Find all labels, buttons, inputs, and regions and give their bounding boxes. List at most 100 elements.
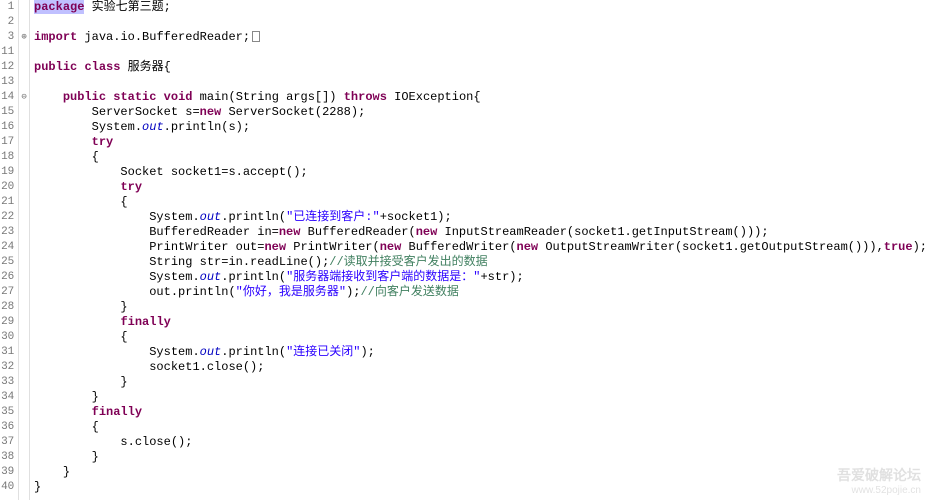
fold-marker[interactable]: ⊖ (19, 90, 29, 105)
code-line[interactable] (34, 45, 927, 60)
fold-marker (19, 120, 29, 135)
code-editor[interactable]: 1231112131415161718192021222324252627282… (0, 0, 927, 500)
line-number: 39 (0, 465, 14, 480)
line-number: 25 (0, 255, 14, 270)
fold-marker (19, 255, 29, 270)
fold-marker[interactable]: ⊕ (19, 30, 29, 45)
fold-marker (19, 375, 29, 390)
watermark: 吾爱破解论坛 www.52pojie.cn (837, 465, 921, 496)
code-area[interactable]: package 实验七第三题; import java.io.BufferedRe… (30, 0, 927, 500)
code-line[interactable]: try (34, 135, 927, 150)
line-number: 14 (0, 90, 14, 105)
code-line[interactable]: finally (34, 315, 927, 330)
fold-marker (19, 240, 29, 255)
line-number: 24 (0, 240, 14, 255)
code-line[interactable]: ServerSocket s=new ServerSocket(2288); (34, 105, 927, 120)
code-line[interactable]: socket1.close(); (34, 360, 927, 375)
code-line[interactable] (34, 75, 927, 90)
fold-marker (19, 270, 29, 285)
line-number: 29 (0, 315, 14, 330)
fold-marker-gutter: ⊕⊖ (19, 0, 30, 500)
fold-marker (19, 225, 29, 240)
fold-marker (19, 330, 29, 345)
code-line[interactable]: } (34, 450, 927, 465)
line-number: 22 (0, 210, 14, 225)
code-line[interactable]: import java.io.BufferedReader; (34, 30, 927, 45)
code-line[interactable]: Socket socket1=s.accept(); (34, 165, 927, 180)
line-number: 21 (0, 195, 14, 210)
fold-marker (19, 480, 29, 495)
line-number: 27 (0, 285, 14, 300)
watermark-url: www.52pojie.cn (837, 485, 921, 496)
fold-marker (19, 285, 29, 300)
line-number: 11 (0, 45, 14, 60)
fold-marker (19, 150, 29, 165)
code-line[interactable] (34, 15, 927, 30)
fold-marker (19, 75, 29, 90)
line-number: 1 (0, 0, 14, 15)
code-line[interactable]: package 实验七第三题; (34, 0, 927, 15)
fold-marker (19, 45, 29, 60)
line-number-gutter: 1231112131415161718192021222324252627282… (0, 0, 19, 500)
fold-marker (19, 0, 29, 15)
line-number: 18 (0, 150, 14, 165)
fold-marker (19, 465, 29, 480)
code-line[interactable]: out.println("你好，我是服务器");//向客户发送数据 (34, 285, 927, 300)
watermark-title: 吾爱破解论坛 (837, 465, 921, 485)
line-number: 37 (0, 435, 14, 450)
line-number: 38 (0, 450, 14, 465)
line-number: 26 (0, 270, 14, 285)
line-number: 12 (0, 60, 14, 75)
code-line[interactable]: System.out.println("已连接到客户:"+socket1); (34, 210, 927, 225)
code-line[interactable]: } (34, 375, 927, 390)
fold-marker (19, 450, 29, 465)
code-line[interactable]: { (34, 330, 927, 345)
fold-marker (19, 405, 29, 420)
code-line[interactable]: BufferedReader in=new BufferedReader(new… (34, 225, 927, 240)
line-number: 40 (0, 480, 14, 495)
fold-marker (19, 390, 29, 405)
line-number: 20 (0, 180, 14, 195)
code-line[interactable]: System.out.println(s); (34, 120, 927, 135)
code-line[interactable]: try (34, 180, 927, 195)
fold-marker (19, 165, 29, 180)
line-number: 36 (0, 420, 14, 435)
fold-marker (19, 300, 29, 315)
code-line[interactable]: s.close(); (34, 435, 927, 450)
line-number: 32 (0, 360, 14, 375)
code-line[interactable]: } (34, 300, 927, 315)
code-line[interactable]: String str=in.readLine();//读取并接受客户发出的数据 (34, 255, 927, 270)
code-line[interactable]: PrintWriter out=new PrintWriter(new Buff… (34, 240, 927, 255)
code-line[interactable]: { (34, 150, 927, 165)
code-line[interactable]: System.out.println("服务器端接收到客户端的数据是："+str… (34, 270, 927, 285)
fold-marker (19, 345, 29, 360)
code-line[interactable]: finally (34, 405, 927, 420)
code-line[interactable]: } (34, 480, 927, 495)
line-number: 3 (0, 30, 14, 45)
line-number: 23 (0, 225, 14, 240)
fold-marker (19, 360, 29, 375)
line-number: 19 (0, 165, 14, 180)
fold-marker (19, 315, 29, 330)
line-number: 17 (0, 135, 14, 150)
fold-marker (19, 195, 29, 210)
line-number: 35 (0, 405, 14, 420)
line-number: 30 (0, 330, 14, 345)
code-line[interactable]: { (34, 420, 927, 435)
code-line[interactable]: System.out.println("连接已关闭"); (34, 345, 927, 360)
fold-marker (19, 105, 29, 120)
line-number: 2 (0, 15, 14, 30)
line-number: 15 (0, 105, 14, 120)
code-line[interactable]: } (34, 465, 927, 480)
line-number: 31 (0, 345, 14, 360)
fold-marker (19, 135, 29, 150)
code-line[interactable]: { (34, 195, 927, 210)
code-line[interactable]: } (34, 390, 927, 405)
line-number: 28 (0, 300, 14, 315)
fold-marker (19, 210, 29, 225)
line-number: 34 (0, 390, 14, 405)
code-line[interactable]: public static void main(String args[]) t… (34, 90, 927, 105)
fold-marker (19, 435, 29, 450)
fold-marker (19, 420, 29, 435)
code-line[interactable]: public class 服务器{ (34, 60, 927, 75)
